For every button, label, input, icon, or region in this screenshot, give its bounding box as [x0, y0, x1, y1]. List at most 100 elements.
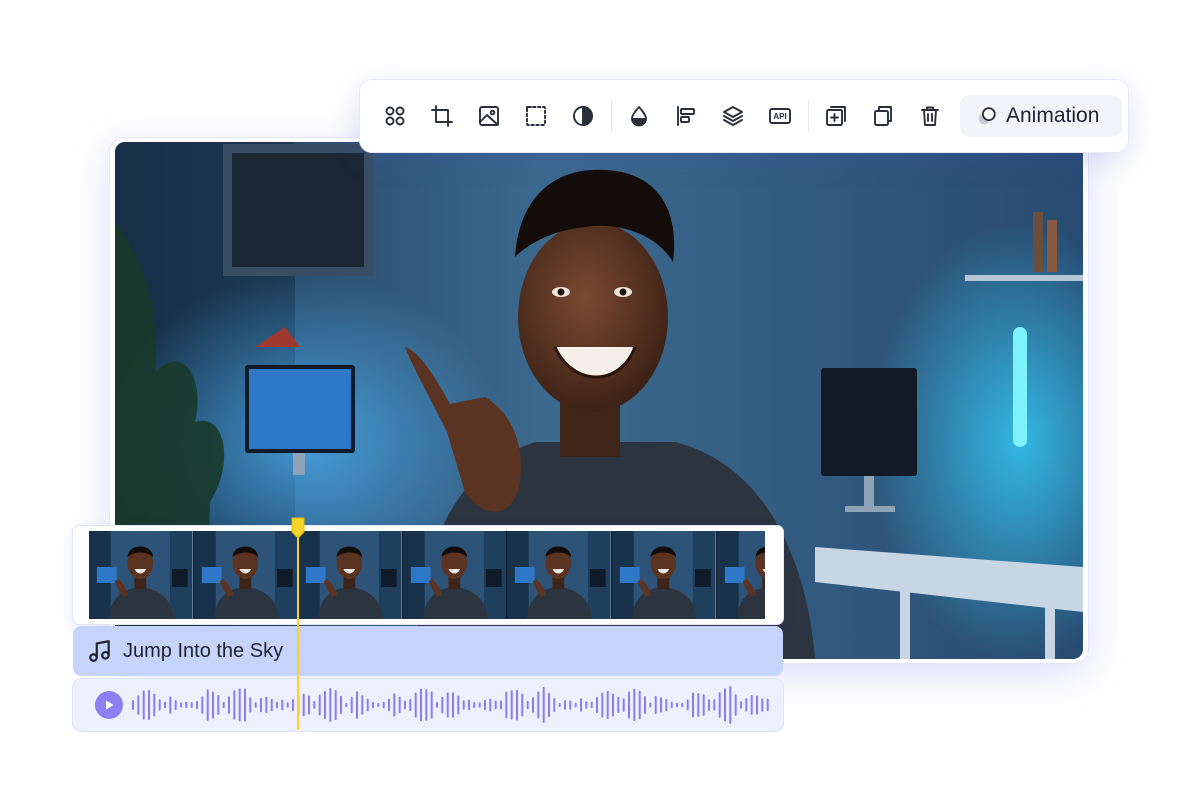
waveform-bar [628, 691, 630, 719]
waveform-bar [692, 692, 694, 718]
filmstrip-frame [507, 531, 612, 619]
waveform-bar [468, 699, 470, 711]
waveform-bar [425, 689, 428, 721]
color-button[interactable] [616, 93, 662, 139]
waveform-bar [729, 686, 732, 724]
waveform-bar [478, 702, 481, 708]
crop-icon [431, 105, 453, 127]
waveform-bar [276, 701, 278, 709]
waveform-bar [676, 702, 678, 708]
waveform-bar [553, 698, 556, 712]
waveform-bar [164, 701, 166, 709]
waveform-bar [569, 700, 572, 710]
filmstrip-frames [89, 531, 765, 619]
waveform-bar [313, 701, 316, 709]
play-button[interactable] [95, 691, 123, 719]
waveform-bar [265, 696, 268, 714]
waveform-bar [190, 702, 193, 708]
waveform-bar [308, 695, 310, 715]
duplicate-icon [874, 106, 892, 126]
waveform-bar [222, 701, 225, 709]
contrast-icon [573, 106, 593, 126]
contrast-button[interactable] [560, 93, 606, 139]
duplicate-button[interactable] [860, 93, 906, 139]
waveform-bar [601, 692, 604, 718]
waveform-bar [766, 698, 769, 712]
waveform-bar [132, 700, 134, 710]
waveform-bar [526, 700, 529, 710]
waveform-bar [558, 702, 561, 708]
waveform-bar [393, 693, 396, 717]
waveform-bar [270, 698, 273, 712]
waveform-bar [622, 698, 625, 712]
waveform-bar [142, 690, 145, 720]
waveform-bar [292, 699, 294, 712]
waveform-bar [649, 702, 652, 708]
mask-button[interactable] [513, 93, 559, 139]
waveform-bar [382, 701, 385, 709]
waveform-bar [740, 701, 742, 709]
align-button[interactable] [663, 93, 709, 139]
layers-icon [723, 106, 743, 126]
waveform-bar [532, 697, 534, 713]
add-frame-button[interactable] [813, 93, 859, 139]
waveform-bar [249, 697, 252, 713]
music-track-title: Jump Into the Sky [123, 639, 284, 662]
waveform-bar [489, 698, 492, 712]
waveform-bar [670, 701, 673, 709]
waveform-bar [697, 693, 700, 717]
image-icon [479, 106, 499, 126]
waveform-bar [548, 692, 550, 718]
waveform-bar [329, 688, 332, 722]
music-note-icon [87, 638, 113, 664]
waveform-bar [708, 699, 710, 711]
waveform-bar [585, 701, 588, 709]
waveform-bar [633, 688, 636, 722]
waveform-bar [318, 694, 321, 716]
waveform-bar [756, 695, 758, 715]
waveform-bar [366, 698, 369, 712]
waveform-bar [521, 693, 524, 717]
waveform-bar [372, 701, 374, 709]
svg-text:API: API [773, 112, 786, 121]
api-button[interactable]: API [757, 93, 803, 139]
waveform-bar [724, 688, 726, 722]
waveform-bar [505, 691, 508, 719]
waveform-bar [564, 700, 566, 710]
mask-icon [526, 106, 546, 126]
waveform-bar [356, 691, 358, 719]
waveform-bar [473, 702, 476, 709]
waveform-bar [638, 690, 641, 720]
waveform-bar [302, 693, 305, 717]
filmstrip-frame [298, 531, 403, 619]
waveform-bar [185, 701, 188, 709]
video-track[interactable] [73, 526, 783, 624]
image-button[interactable] [466, 93, 512, 139]
waveform-bar [681, 702, 684, 708]
animation-button[interactable]: Animation [960, 95, 1122, 137]
waveform-bar [404, 700, 406, 710]
waveform-bar [398, 696, 401, 714]
waveform-bar [254, 702, 257, 708]
layers-button[interactable] [710, 93, 756, 139]
waveform-bar [324, 691, 326, 720]
waveform-bar [244, 688, 246, 722]
delete-button[interactable] [907, 93, 953, 139]
waveform-bar [542, 687, 545, 723]
waveform-bar [441, 696, 444, 714]
crop-button[interactable] [419, 93, 465, 139]
waveform-bar [606, 690, 609, 720]
shapes-icon [385, 106, 405, 126]
waveform-bar [201, 696, 204, 714]
waveform-bar [377, 702, 380, 708]
music-track[interactable]: Jump Into the Sky [73, 626, 783, 676]
shapes-button[interactable] [372, 93, 418, 139]
audio-waveform-track[interactable] [73, 679, 783, 731]
playhead-handle[interactable] [290, 516, 306, 540]
waveform-bar [612, 693, 614, 717]
waveform-bar [148, 689, 150, 720]
waveform-bar [510, 690, 513, 720]
waveform-bar [654, 695, 657, 715]
waveform-bar [334, 689, 337, 721]
waveform-bar [745, 698, 748, 712]
